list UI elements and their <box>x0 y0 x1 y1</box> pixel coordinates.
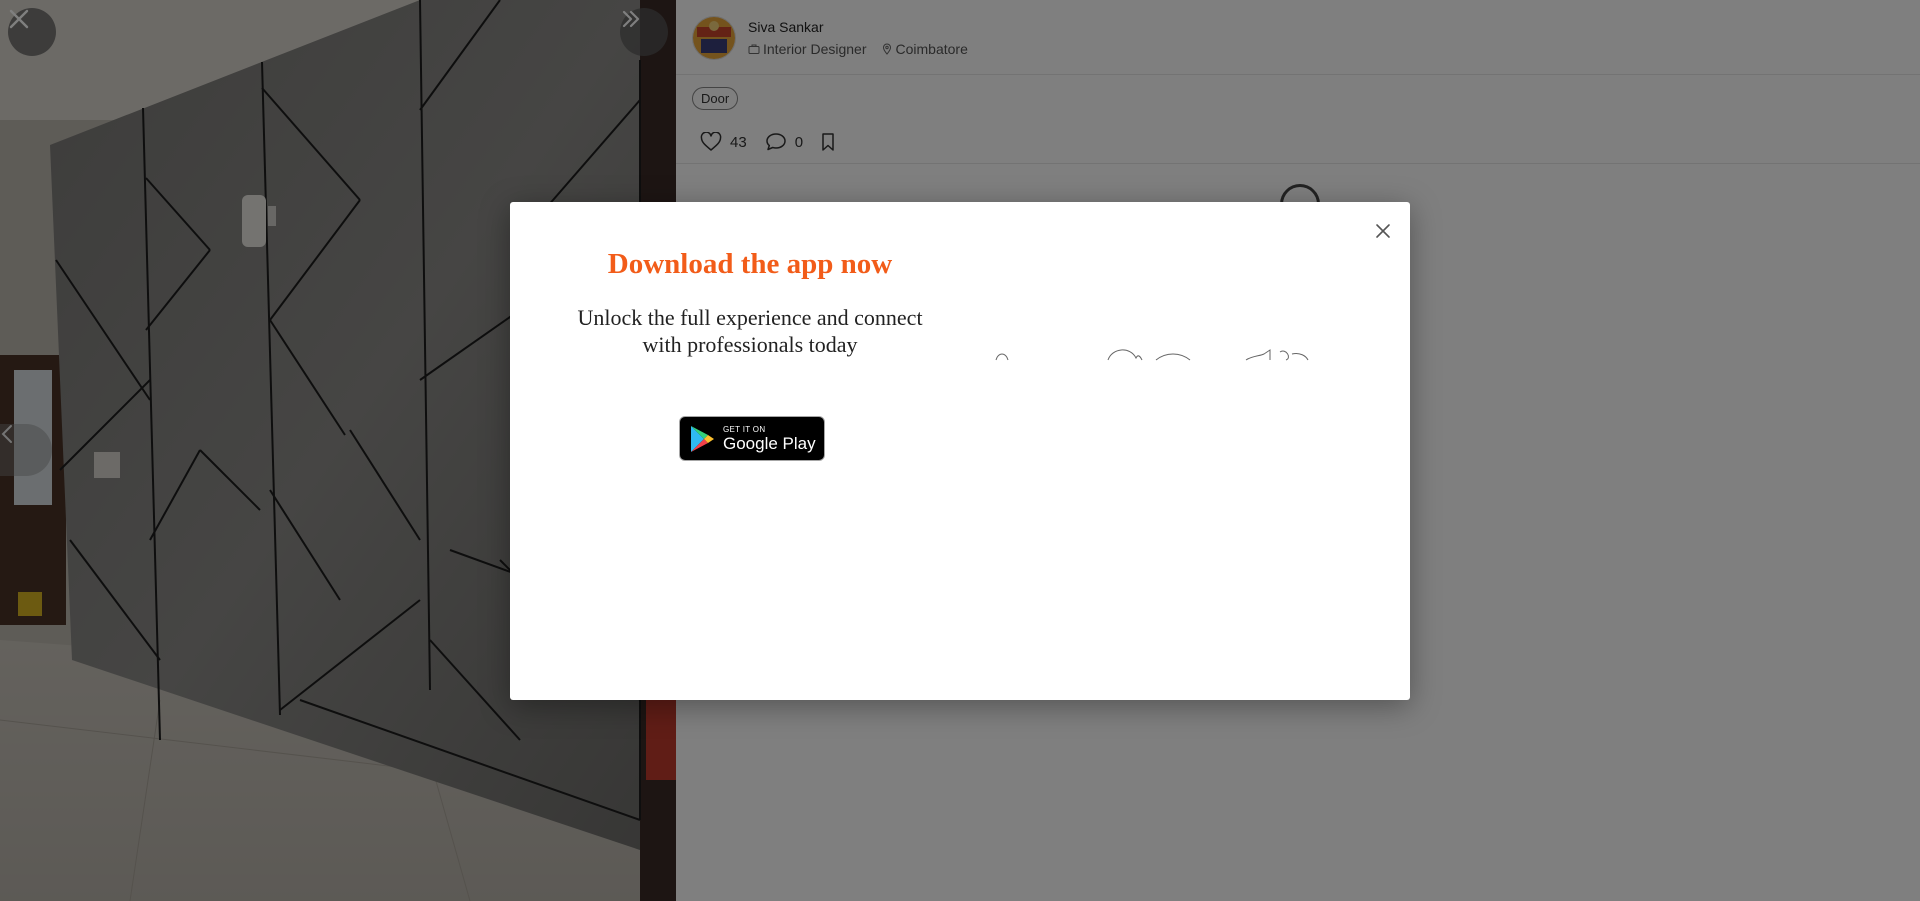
google-play-badge[interactable]: GET IT ON Google Play <box>679 416 825 461</box>
download-app-modal: Download the app now Unlock the full exp… <box>510 202 1410 700</box>
people-illustration <box>995 349 1309 361</box>
modal-close-button[interactable] <box>1370 218 1396 244</box>
modal-title: Download the app now <box>607 248 893 280</box>
google-play-icon <box>691 425 714 452</box>
badge-store-name: Google Play <box>723 433 816 453</box>
modal-subtitle: Unlock the full experience and connect w… <box>577 305 923 357</box>
close-icon <box>1376 224 1390 238</box>
badge-small-text: GET IT ON <box>723 424 766 434</box>
